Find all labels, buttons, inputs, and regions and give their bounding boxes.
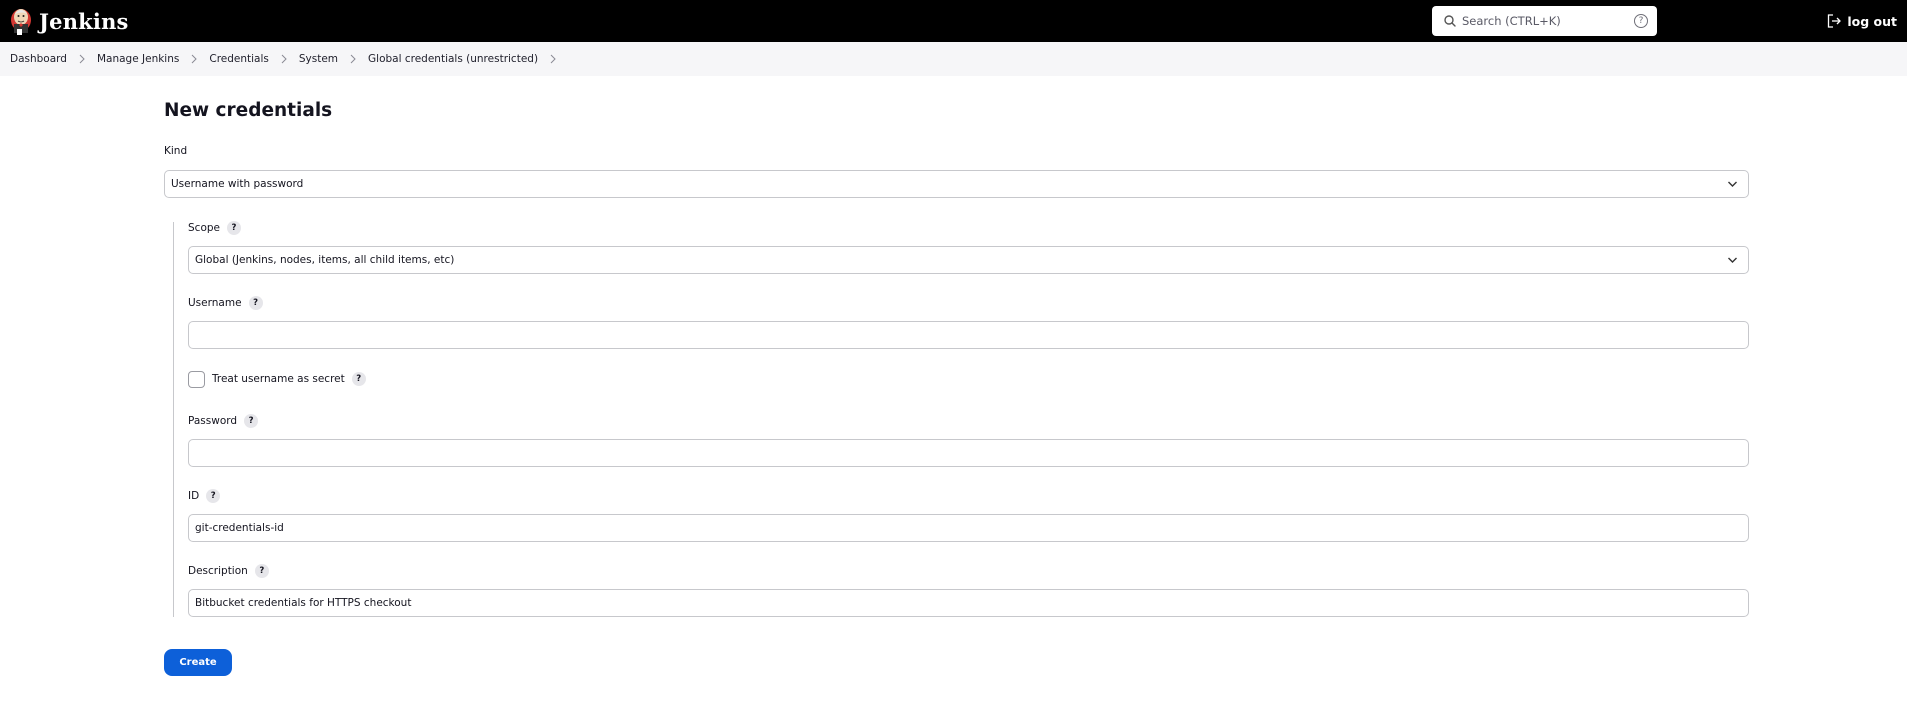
breadcrumb-global-credentials[interactable]: Global credentials (unrestricted) [368, 53, 538, 65]
password-help-button[interactable]: ? [244, 414, 259, 428]
chevron-down-icon [1728, 181, 1737, 187]
search-icon [1444, 15, 1456, 27]
kind-label: Kind [164, 145, 187, 157]
chevron-right-icon[interactable] [549, 54, 557, 64]
description-input[interactable] [188, 589, 1749, 617]
search-box[interactable]: ? [1432, 6, 1657, 36]
kind-label-text: Kind [164, 145, 188, 157]
treat-username-secret-label: Treat username as secret ? [212, 372, 366, 386]
kind-selected-value: Username with password [171, 178, 304, 190]
page-header: Jenkins ? log out [0, 0, 1907, 42]
id-label-text: ID [188, 490, 200, 502]
id-label: ID ? [188, 489, 221, 503]
description-help-button[interactable]: ? [254, 564, 269, 578]
username-input[interactable] [188, 321, 1749, 349]
kind-select[interactable]: Username with password [164, 170, 1749, 198]
id-help-button[interactable]: ? [206, 489, 221, 503]
app-name: Jenkins [39, 8, 129, 34]
breadcrumb-credentials[interactable]: Credentials [209, 53, 269, 65]
password-input[interactable] [188, 439, 1749, 467]
scope-selected-value: Global (Jenkins, nodes, items, all child… [195, 254, 455, 266]
scope-help-button[interactable]: ? [227, 221, 241, 235]
treat-username-secret-text[interactable]: Treat username as secret [212, 373, 345, 385]
scope-label: Scope ? [188, 221, 241, 235]
chevron-right-icon [192, 54, 198, 64]
jenkins-home-link[interactable]: Jenkins [9, 0, 129, 42]
description-label-text: Description [188, 565, 248, 577]
scope-label-text: Scope [188, 222, 220, 234]
chevron-right-icon [350, 54, 356, 64]
breadcrumb-dashboard[interactable]: Dashboard [10, 53, 67, 65]
password-label: Password ? [188, 414, 259, 428]
breadcrumb-manage-jenkins[interactable]: Manage Jenkins [97, 53, 179, 65]
breadcrumb: Dashboard Manage Jenkins Credentials Sys… [0, 42, 1907, 76]
nested-section-divider [173, 222, 174, 617]
logout-link[interactable]: log out [1826, 11, 1897, 31]
question-circle-icon[interactable]: ? [1634, 14, 1648, 28]
treat-username-secret-checkbox[interactable] [188, 371, 205, 388]
jenkins-logo-icon [11, 9, 31, 35]
username-label: Username ? [188, 296, 263, 310]
breadcrumb-system[interactable]: System [299, 53, 338, 65]
username-label-text: Username [188, 297, 242, 309]
chevron-right-icon [79, 54, 85, 64]
treat-secret-help-button[interactable]: ? [351, 372, 366, 386]
id-input[interactable] [188, 514, 1749, 542]
chevron-down-icon [1728, 257, 1737, 263]
username-help-button[interactable]: ? [248, 296, 263, 310]
logout-icon [1828, 14, 1842, 28]
logout-label: log out [1847, 13, 1897, 29]
password-label-text: Password [188, 415, 238, 427]
chevron-right-icon [281, 54, 287, 64]
create-button[interactable]: Create [164, 649, 232, 676]
description-label: Description ? [188, 564, 269, 578]
search-input[interactable] [1462, 10, 1622, 32]
scope-select[interactable]: Global (Jenkins, nodes, items, all child… [188, 246, 1749, 274]
page-title: New credentials [164, 100, 333, 121]
